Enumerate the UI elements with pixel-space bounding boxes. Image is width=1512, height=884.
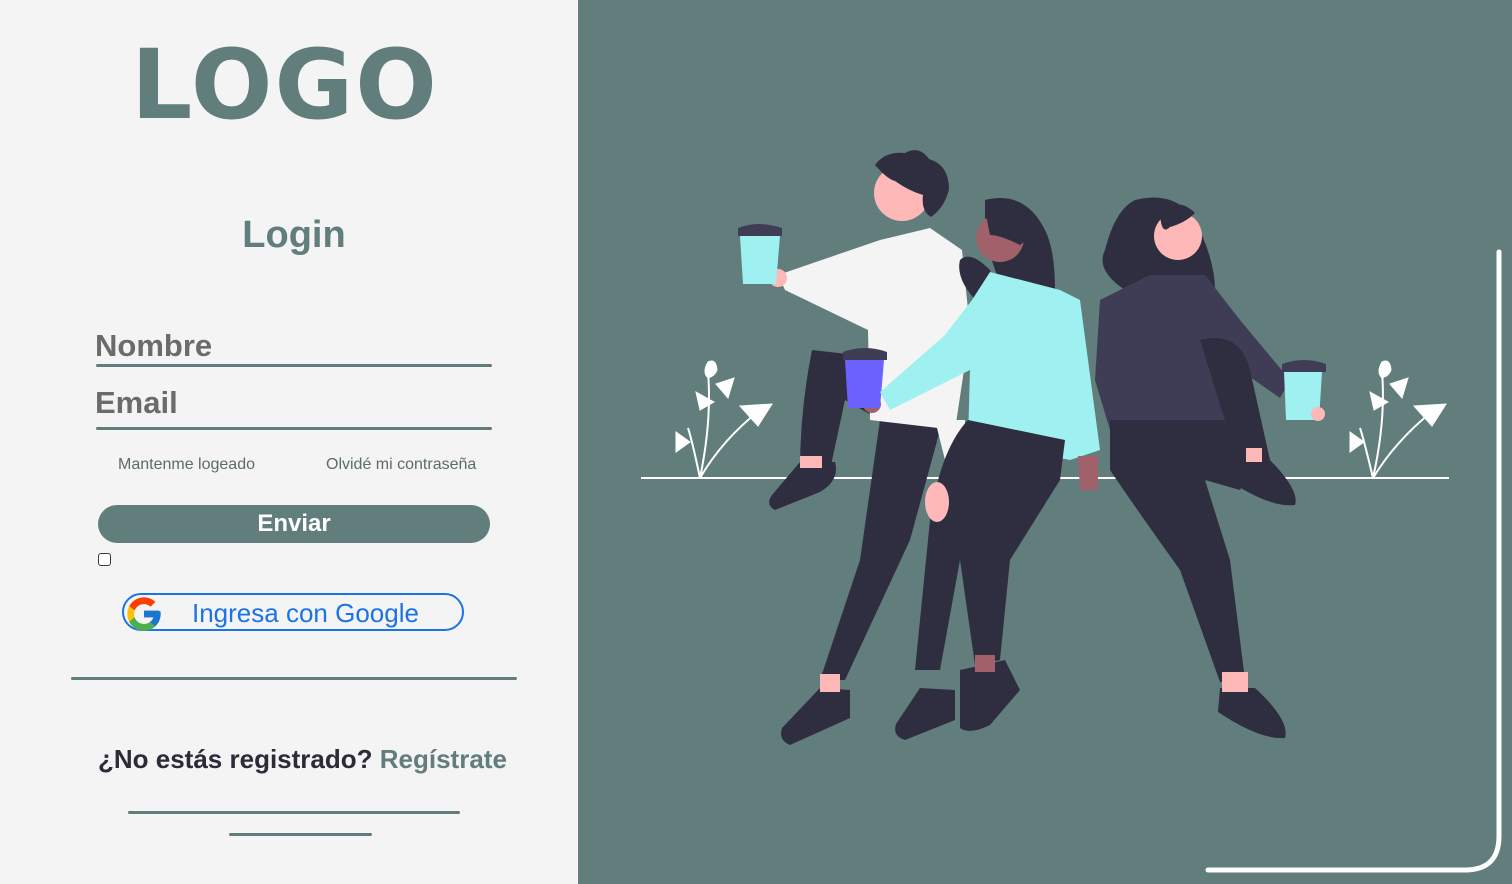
forgot-password-link[interactable]: Olvidé mi contraseña <box>326 456 476 474</box>
illustration-panel <box>578 0 1512 884</box>
name-field-label[interactable]: Nombre <box>95 328 212 364</box>
footer-divider <box>128 811 460 814</box>
name-field-underline[interactable] <box>96 364 492 367</box>
section-divider <box>71 677 517 680</box>
footer-divider-short <box>229 833 372 836</box>
register-prompt: ¿No estás registrado? Regístrate <box>98 744 507 775</box>
email-field-underline[interactable] <box>96 427 492 430</box>
login-title: Login <box>242 214 346 256</box>
remember-me-link[interactable]: Mantenme logeado <box>118 456 255 474</box>
remember-checkbox[interactable] <box>98 553 111 566</box>
submit-button[interactable]: Enviar <box>98 505 490 543</box>
google-login-button[interactable]: Ingresa con Google <box>122 593 464 631</box>
google-login-label: Ingresa con Google <box>192 598 419 628</box>
email-field-label[interactable]: Email <box>95 385 178 421</box>
login-panel: LOGO Login Nombre Email Mantenme logeado… <box>0 0 578 884</box>
register-link[interactable]: Regístrate <box>380 744 507 774</box>
logo: LOGO <box>131 29 439 141</box>
google-icon <box>127 597 161 631</box>
register-question: ¿No estás registrado? <box>98 744 373 774</box>
